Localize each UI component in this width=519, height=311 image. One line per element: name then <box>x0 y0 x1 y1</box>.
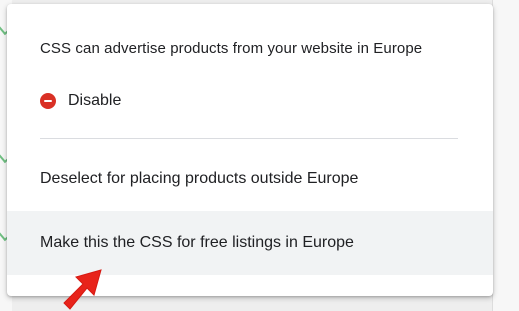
background-right-column <box>492 0 519 311</box>
deselect-outside-europe-label: Deselect for placing products outside Eu… <box>40 170 359 187</box>
menu-header: CSS can advertise products from your web… <box>40 40 423 57</box>
red-arrow-icon <box>63 269 102 310</box>
remove-circle-icon <box>40 93 56 109</box>
disable-label: Disable <box>68 92 122 109</box>
disable-option[interactable]: Disable <box>40 90 121 112</box>
make-css-free-listings-label: Make this the CSS for free listings in E… <box>40 234 354 251</box>
css-options-menu: CSS can advertise products from your web… <box>7 4 493 296</box>
deselect-outside-europe-option[interactable]: Deselect for placing products outside Eu… <box>7 147 493 211</box>
menu-divider <box>40 138 458 139</box>
